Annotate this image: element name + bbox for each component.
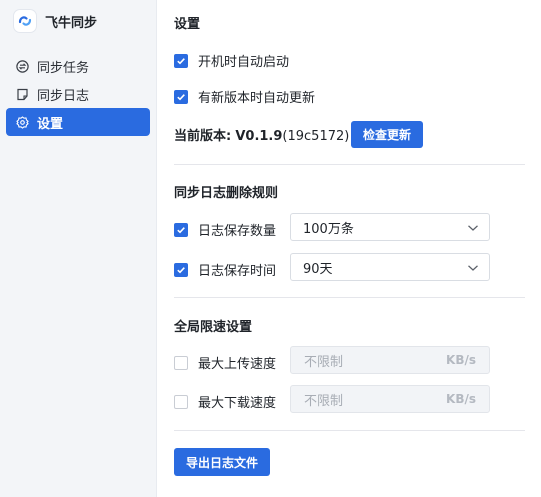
version-label: 当前版本: bbox=[174, 129, 232, 144]
upload-speed-unit: KB/s bbox=[446, 353, 476, 367]
log-time-select[interactable]: 90天 bbox=[290, 253, 490, 281]
download-limit-option[interactable]: 最大下载速度 bbox=[174, 392, 276, 411]
upload-limit-option[interactable]: 最大上传速度 bbox=[174, 353, 276, 372]
download-limit-checkbox[interactable] bbox=[174, 394, 188, 409]
check-icon bbox=[177, 57, 185, 64]
download-limit-label: 最大下载速度 bbox=[198, 396, 277, 411]
log-time-value: 90天 bbox=[303, 261, 333, 277]
sidebar: 飞牛同步 同步任务 同步日志 设置 bbox=[0, 0, 157, 497]
feiniu-sync-logo-icon bbox=[14, 10, 36, 32]
upload-limit-checkbox[interactable] bbox=[174, 355, 188, 370]
sidebar-item-settings[interactable]: 设置 bbox=[6, 108, 150, 136]
sidebar-item-label: 设置 bbox=[37, 116, 64, 132]
autostart-checkbox[interactable] bbox=[174, 53, 188, 68]
download-speed-unit: KB/s bbox=[446, 392, 476, 406]
autostart-label: 开机时自动启动 bbox=[198, 55, 290, 70]
divider bbox=[174, 430, 525, 431]
download-speed-placeholder: 不限制 bbox=[304, 393, 344, 409]
log-count-label: 日志保存数量 bbox=[198, 224, 277, 239]
version-value: V0.1.9 bbox=[235, 129, 283, 144]
autoupdate-label: 有新版本时自动更新 bbox=[198, 91, 316, 106]
sidebar-item-sync-log[interactable]: 同步日志 bbox=[6, 80, 150, 108]
log-count-select[interactable]: 100万条 bbox=[290, 213, 490, 241]
log-time-option[interactable]: 日志保存时间 bbox=[174, 260, 276, 279]
upload-speed-input[interactable]: 不限制 KB/s bbox=[290, 346, 490, 374]
log-count-checkbox[interactable] bbox=[174, 222, 188, 237]
app-name: 飞牛同步 bbox=[45, 15, 98, 31]
brand: 飞牛同步 bbox=[14, 10, 97, 32]
log-rules-title: 同步日志删除规则 bbox=[174, 186, 279, 201]
check-icon bbox=[177, 266, 185, 273]
settings-panel: 设置 开机时自动启动 有新版本时自动更新 当前版本: V0.1.9(19c517… bbox=[158, 0, 541, 497]
log-time-label: 日志保存时间 bbox=[198, 264, 277, 279]
chevron-down-icon bbox=[467, 262, 479, 277]
current-version: 当前版本: V0.1.9(19c5172) bbox=[174, 125, 349, 144]
log-count-option[interactable]: 日志保存数量 bbox=[174, 220, 276, 239]
note-icon bbox=[15, 87, 29, 101]
sidebar-item-label: 同步任务 bbox=[37, 60, 90, 76]
sidebar-nav: 同步任务 同步日志 设置 bbox=[6, 52, 150, 136]
log-time-checkbox[interactable] bbox=[174, 262, 188, 277]
sidebar-item-label: 同步日志 bbox=[37, 88, 90, 104]
autostart-option[interactable]: 开机时自动启动 bbox=[174, 51, 289, 70]
log-count-value: 100万条 bbox=[303, 221, 354, 237]
chevron-down-icon bbox=[467, 222, 479, 237]
autoupdate-checkbox[interactable] bbox=[174, 89, 188, 104]
check-update-button[interactable]: 检查更新 bbox=[351, 121, 423, 148]
settings-title: 设置 bbox=[174, 17, 201, 32]
export-log-button[interactable]: 导出日志文件 bbox=[174, 448, 270, 476]
upload-speed-placeholder: 不限制 bbox=[304, 354, 344, 370]
gear-icon bbox=[15, 115, 29, 129]
sync-circle-icon bbox=[15, 59, 29, 73]
speed-limit-title: 全局限速设置 bbox=[174, 320, 253, 335]
version-build: (19c5172) bbox=[282, 129, 350, 144]
check-icon bbox=[177, 93, 185, 100]
divider bbox=[174, 297, 525, 298]
check-icon bbox=[177, 226, 185, 233]
divider bbox=[174, 164, 525, 165]
download-speed-input[interactable]: 不限制 KB/s bbox=[290, 385, 490, 413]
upload-limit-label: 最大上传速度 bbox=[198, 357, 277, 372]
sidebar-item-sync-tasks[interactable]: 同步任务 bbox=[6, 52, 150, 80]
autoupdate-option[interactable]: 有新版本时自动更新 bbox=[174, 87, 315, 106]
